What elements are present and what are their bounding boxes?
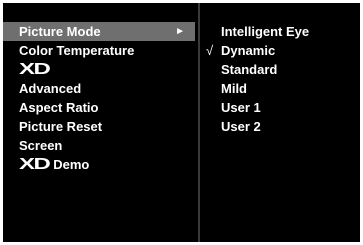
picture-mode-submenu: Intelligent Eye √ Dynamic Standard Mild … (200, 3, 360, 242)
checkmark-icon: √ (206, 43, 214, 58)
option-label: User 1 (221, 100, 261, 115)
option-user-2[interactable]: User 2 (200, 117, 363, 136)
menu-item-label: Advanced (19, 81, 82, 96)
menu-item-xd-demo[interactable]: XD Demo (3, 155, 195, 174)
option-label: Standard (221, 62, 278, 77)
option-label: Intelligent Eye (221, 24, 310, 39)
menu-item-color-temperature[interactable]: Color Temperature (3, 41, 195, 60)
tv-osd-screen: Picture Mode ► Color Temperature XD Adva… (0, 0, 363, 245)
menu-item-picture-mode[interactable]: Picture Mode ► (3, 22, 195, 41)
option-dynamic[interactable]: √ Dynamic (200, 41, 363, 60)
option-user-1[interactable]: User 1 (200, 98, 363, 117)
menu-item-label: Demo (53, 157, 90, 172)
left-menu-list: Picture Mode ► Color Temperature XD Adva… (3, 22, 195, 174)
menu-item-label: Color Temperature (19, 43, 135, 58)
submenu-arrow-icon: ► (175, 26, 185, 37)
option-label: Dynamic (221, 43, 276, 58)
option-label: User 2 (221, 119, 261, 134)
xd-logo-icon: XD (19, 156, 51, 173)
menu-item-label: Picture Mode (19, 24, 101, 39)
menu-item-label: Aspect Ratio (19, 100, 99, 115)
menu-item-screen[interactable]: Screen (3, 136, 195, 155)
menu-item-xd[interactable]: XD (3, 60, 195, 79)
menu-item-label: Picture Reset (19, 119, 103, 134)
picture-menu: Picture Mode ► Color Temperature XD Adva… (3, 3, 360, 242)
option-mild[interactable]: Mild (200, 79, 363, 98)
option-standard[interactable]: Standard (200, 60, 363, 79)
menu-item-advanced[interactable]: Advanced (3, 79, 195, 98)
menu-item-label: Screen (19, 138, 63, 153)
left-menu-panel: Picture Mode ► Color Temperature XD Adva… (3, 3, 195, 242)
menu-item-picture-reset[interactable]: Picture Reset (3, 117, 195, 136)
option-intelligent-eye[interactable]: Intelligent Eye (200, 22, 363, 41)
picture-mode-options: Intelligent Eye √ Dynamic Standard Mild … (200, 22, 363, 136)
option-label: Mild (221, 81, 247, 96)
xd-logo-icon: XD (19, 61, 51, 78)
menu-item-aspect-ratio[interactable]: Aspect Ratio (3, 98, 195, 117)
